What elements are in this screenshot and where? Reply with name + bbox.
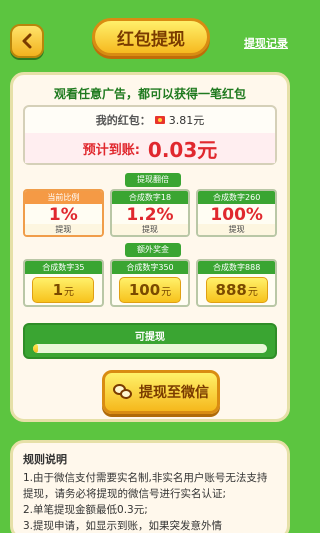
rules-line: 3.提现申请，如显示到账，如果突发意外情 [23, 520, 223, 532]
rules-card: 规则说明 1.由于微信支付需要实名制,非实名用户账号无法支持提现，请务必将提现的… [10, 440, 290, 533]
bonus-amount-box: 888 元 [205, 277, 268, 303]
tier-card[interactable]: 合成数字260 100% 提现 [196, 189, 278, 237]
withdraw-to-wechat-button[interactable]: 提现至微信 [102, 370, 220, 414]
balance-box: 我的红包： 3.81元 预计到账: 0.03元 [23, 105, 277, 165]
tier-card[interactable]: 当前比例 1% 提现 [23, 189, 104, 237]
expected-value: 0.03元 [147, 137, 218, 162]
tier-footer: 提现 [111, 224, 189, 235]
multiplier-tiers: 当前比例 1% 提现 合成数字18 1.2% 提现 合成数字260 100% 提… [23, 189, 278, 237]
tier-header: 合成数字18 [111, 191, 189, 204]
tier-header: 当前比例 [25, 191, 102, 204]
withdrawable-label: 可提现 [135, 332, 165, 343]
bonus-header: 合成数字350 [111, 261, 189, 274]
bonus-card[interactable]: 合成数字35 1元 [23, 259, 104, 307]
withdraw-progress-fill [33, 344, 38, 353]
bonus-unit: 元 [64, 286, 75, 298]
bonus-unit: 元 [247, 286, 258, 298]
tier-footer: 提现 [25, 224, 102, 235]
top-bar: 红包提现 提现记录 [0, 0, 300, 72]
tier-value: 1% [48, 205, 78, 225]
chevron-left-icon [22, 33, 32, 49]
bonus-amount-box: 1元 [32, 277, 95, 303]
bonus-amount-box: 100 元 [119, 277, 181, 303]
page-title: 红包提现 [92, 18, 210, 56]
tier-value: 100% [210, 205, 263, 225]
withdrawable-box: 可提现 [23, 323, 277, 359]
headline-text: 观看任意广告，都可以获得一笔红包 [53, 87, 246, 101]
tier-header: 合成数字260 [198, 191, 276, 204]
bonus-card[interactable]: 合成数字350 100 元 [109, 259, 191, 307]
bonus-items: 合成数字35 1元 合成数字350 100 元 合成数字888 888 元 [23, 259, 278, 307]
red-packet-icon [154, 116, 165, 124]
wechat-icon [113, 384, 133, 400]
withdraw-record-link[interactable]: 提现记录 [244, 35, 288, 51]
tier-value: 1.2% [126, 205, 174, 225]
bonus-card[interactable]: 合成数字888 888 元 [196, 259, 278, 307]
bonus-header: 合成数字888 [198, 261, 276, 274]
withdraw-to-wechat-label: 提现至微信 [139, 385, 209, 401]
bonus-amount: 888 [215, 281, 247, 299]
rules-title: 规则说明 [23, 453, 67, 466]
bonus-unit: 元 [161, 286, 172, 298]
rules-line: 1.由于微信支付需要实名制,非实名用户账号无法支持提现，请务必将提现的微信号进行… [23, 472, 268, 500]
expected-label: 预计到账: [82, 142, 140, 158]
multiplier-section-label: 提现翻倍 [125, 173, 181, 187]
rules-line: 2.单笔提现金额最低0.3元; [23, 504, 148, 516]
bonus-section-label: 额外奖金 [125, 243, 181, 257]
balance-label: 我的红包： [95, 114, 151, 127]
bonus-amount: 100 [128, 281, 161, 299]
balance-row: 我的红包： 3.81元 [25, 111, 275, 129]
withdraw-progress-bar [33, 344, 267, 353]
tier-card[interactable]: 合成数字18 1.2% 提现 [109, 189, 191, 237]
bonus-header: 合成数字35 [25, 261, 102, 274]
withdraw-card: 观看任意广告，都可以获得一笔红包 我的红包： 3.81元 预计到账: 0.03元… [10, 72, 290, 422]
bonus-amount: 1 [52, 281, 64, 299]
tier-footer: 提现 [198, 224, 276, 235]
balance-value: 3.81元 [168, 114, 205, 127]
expected-row: 预计到账: 0.03元 [25, 133, 275, 163]
back-button[interactable] [10, 24, 44, 58]
